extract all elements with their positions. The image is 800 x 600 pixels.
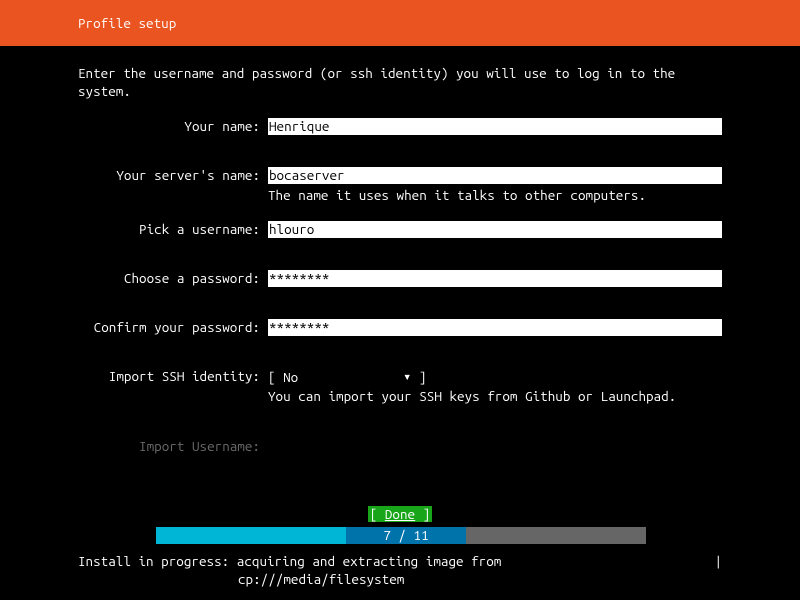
row-ssh: Import SSH identity: [ No ▾ ] [78, 368, 722, 385]
progress-text: 7 / 11 [346, 527, 466, 544]
spinner-icon: | [714, 552, 722, 570]
dropdown-ssh[interactable]: [ No ▾ ] [268, 368, 426, 385]
done-row: [ Done ] [0, 506, 800, 522]
label-your-name: Your name: [78, 118, 268, 135]
progress-fill-left [156, 527, 346, 544]
label-confirm: Confirm your password: [78, 319, 268, 336]
done-button[interactable]: [ Done ] [368, 506, 433, 522]
row-username: Pick a username: [78, 221, 722, 238]
label-username: Pick a username: [78, 221, 268, 238]
hint-ssh: You can import your SSH keys from Github… [268, 388, 722, 404]
done-label: Done [385, 506, 415, 522]
header-bar: Profile setup [0, 0, 800, 46]
hint-server-name: The name it uses when it talks to other … [268, 187, 722, 203]
label-password: Choose a password: [78, 270, 268, 287]
label-server-name: Your server's name: [78, 167, 268, 184]
progress-fill-right [466, 527, 646, 544]
row-server-name: Your server's name: [78, 167, 722, 184]
row-password: Choose a password: [78, 270, 722, 287]
status-line1: Install in progress: acquiring and extra… [78, 552, 714, 570]
intro-text: Enter the username and password (or ssh … [78, 64, 722, 100]
status-area: Install in progress: acquiring and extra… [78, 552, 722, 588]
row-confirm: Confirm your password: [78, 319, 722, 336]
page-title: Profile setup [78, 15, 176, 31]
input-server-name[interactable] [268, 167, 722, 184]
dropdown-ssh-value: No [283, 369, 403, 385]
input-confirm[interactable] [268, 319, 722, 336]
main-content: Enter the username and password (or ssh … [0, 46, 800, 454]
input-password[interactable] [268, 270, 722, 287]
input-username[interactable] [268, 221, 722, 238]
row-import-username: Import Username: [78, 438, 722, 454]
label-import-username: Import Username: [78, 438, 268, 454]
chevron-down-icon: ▾ [403, 368, 419, 385]
input-your-name[interactable] [268, 118, 722, 135]
progress-bar: 7 / 11 [156, 527, 646, 544]
label-ssh: Import SSH identity: [78, 368, 268, 385]
status-line2: cp:///media/filesystem [78, 570, 722, 588]
row-your-name: Your name: [78, 118, 722, 135]
